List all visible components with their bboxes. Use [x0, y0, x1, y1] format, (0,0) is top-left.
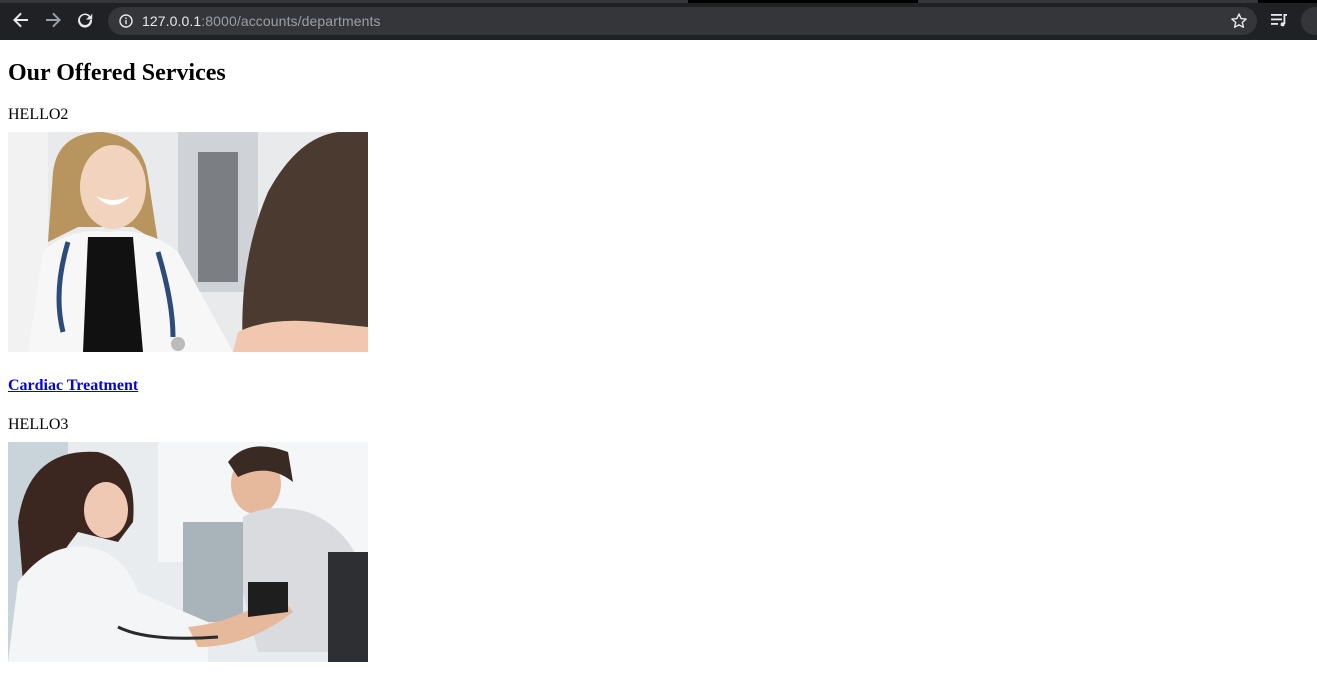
- department-label: HELLO3: [8, 416, 69, 433]
- department-title: Cardiac Treatment: [8, 377, 1309, 395]
- forward-arrow-icon[interactable]: [41, 8, 65, 32]
- info-icon[interactable]: [118, 13, 134, 29]
- media-playlist-icon[interactable]: [1270, 11, 1288, 29]
- blood-pressure-check-image: [8, 442, 368, 662]
- url-path: :8000/accounts/departments: [201, 13, 381, 29]
- department-label: HELLO2: [8, 106, 69, 123]
- profile-icon[interactable]: [1301, 7, 1317, 35]
- page-content: Our Offered Services HELLO2 Cardiac Trea…: [0, 59, 1317, 662]
- page-title: Our Offered Services: [8, 60, 226, 86]
- browser-toolbar: 127.0.0.1:8000/accounts/departments: [0, 0, 1317, 40]
- url-host: 127.0.0.1: [142, 13, 202, 29]
- reload-icon[interactable]: [73, 8, 97, 32]
- doctor-consultation-image: [8, 132, 368, 352]
- department-link[interactable]: Cardiac Treatment: [8, 377, 138, 394]
- star-icon[interactable]: [1230, 12, 1248, 30]
- back-arrow-icon[interactable]: [9, 8, 33, 32]
- address-bar[interactable]: 127.0.0.1:8000/accounts/departments: [108, 7, 1257, 35]
- tab-strip: [0, 0, 1317, 3]
- url-text[interactable]: 127.0.0.1:8000/accounts/departments: [142, 13, 381, 29]
